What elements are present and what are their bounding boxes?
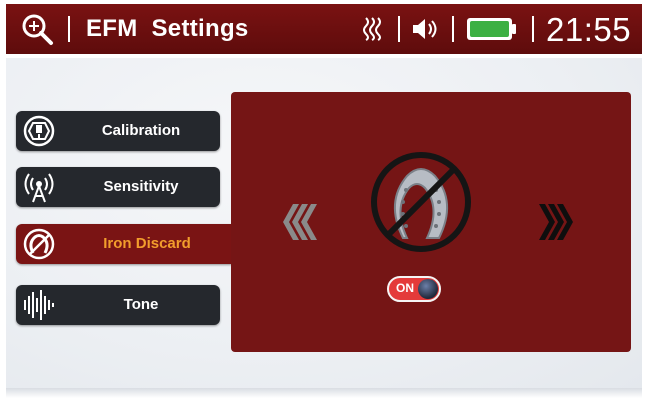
header-bar: EFM Settings 21:55: [6, 4, 642, 54]
horseshoe-prohibited-icon: [371, 152, 471, 252]
iron-discard-icon: [23, 228, 55, 260]
menu-item-calibration[interactable]: Calibration: [16, 111, 220, 151]
chevron-left-icon[interactable]: [281, 202, 317, 242]
menu-item-sensitivity[interactable]: Sensitivity: [16, 167, 220, 207]
page-title: EFM Settings: [86, 15, 249, 42]
header-divider: [68, 16, 70, 42]
header-divider: [532, 16, 534, 42]
bottom-edge: [6, 388, 642, 398]
menu-item-tone[interactable]: Tone: [16, 285, 220, 325]
toggle-knob: [418, 279, 438, 299]
battery-icon: [467, 18, 516, 40]
sound-wave-icon: [24, 290, 54, 320]
calibration-icon: [23, 115, 55, 147]
chevron-right-icon[interactable]: [539, 202, 575, 242]
antenna-icon: [24, 173, 54, 203]
iron-discard-toggle[interactable]: ON: [387, 276, 441, 302]
menu-item-label: Sensitivity: [103, 178, 179, 195]
toggle-label: ON: [396, 281, 414, 295]
heat-waves-icon: [363, 17, 381, 41]
header-divider: [398, 16, 400, 42]
iron-discard-panel: ON: [231, 92, 631, 352]
menu-item-label: Tone: [123, 296, 159, 313]
search-icon[interactable]: [20, 12, 54, 46]
clock: 21:55: [546, 11, 632, 48]
header-divider: [452, 16, 454, 42]
menu-item-label: Calibration: [101, 122, 181, 139]
speaker-icon[interactable]: [411, 16, 439, 42]
menu-item-iron-discard[interactable]: Iron Discard: [16, 224, 232, 264]
menu-item-label: Iron Discard: [103, 235, 191, 252]
